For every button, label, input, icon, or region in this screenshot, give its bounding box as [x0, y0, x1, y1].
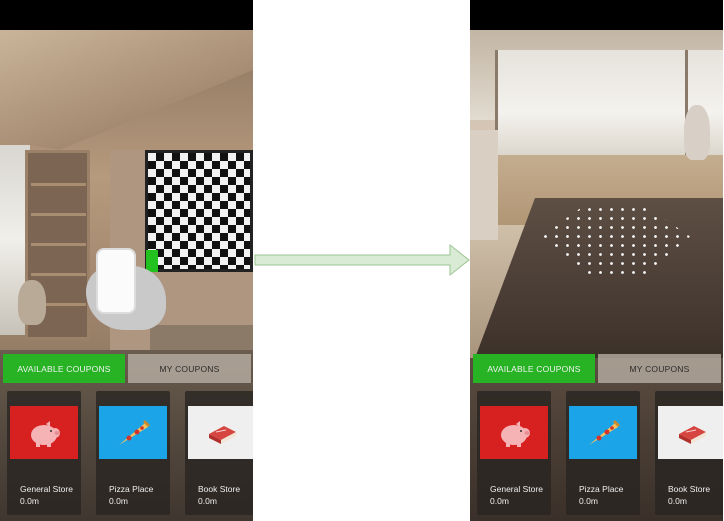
coupon-tab-bar: AVAILABLE COUPONS MY COUPONS	[470, 354, 723, 383]
coupon-card-pizza-place[interactable]: Pizza Place 0.0m	[96, 391, 170, 515]
tab-available-coupons[interactable]: AVAILABLE COUPONS	[3, 354, 125, 383]
coupon-store-name: Pizza Place	[109, 484, 154, 494]
coupon-store-name: Book Store	[198, 484, 241, 494]
phone-screen-before: AVAILABLE COUPONS MY COUPONS General Sto…	[0, 0, 253, 521]
pizza-slice-icon	[569, 406, 637, 459]
cat-figurine	[18, 280, 46, 325]
coupon-tab-bar: AVAILABLE COUPONS MY COUPONS	[0, 354, 253, 383]
coupon-card-book-store[interactable]: Book Store 0.0m	[655, 391, 723, 515]
coupon-distance: 0.0m	[20, 496, 39, 506]
pizza-slice-icon	[99, 406, 167, 459]
coupon-distance: 0.0m	[579, 496, 598, 506]
sofa	[470, 130, 498, 240]
coupon-distance: 0.0m	[198, 496, 217, 506]
coupon-distance: 0.0m	[490, 496, 509, 506]
right-arrow-icon	[254, 243, 470, 277]
piggy-bank-icon	[10, 406, 78, 459]
coupon-card-general-store[interactable]: General Store 0.0m	[477, 391, 551, 515]
tab-available-coupons[interactable]: AVAILABLE COUPONS	[473, 354, 595, 383]
status-bar	[470, 0, 723, 30]
piggy-bank-icon	[480, 406, 548, 459]
coupon-store-name: Book Store	[668, 484, 711, 494]
ceiling	[0, 30, 253, 150]
status-bar	[0, 0, 253, 30]
cat-figurine	[684, 105, 710, 160]
tab-my-coupons[interactable]: MY COUPONS	[598, 354, 721, 383]
coupon-store-name: General Store	[20, 484, 73, 494]
phone-screen-after: AVAILABLE COUPONS MY COUPONS General Sto…	[470, 0, 723, 521]
coupon-store-name: Pizza Place	[579, 484, 624, 494]
coupon-card-pizza-place[interactable]: Pizza Place 0.0m	[566, 391, 640, 515]
hand-holding-phone-icon	[86, 248, 168, 332]
coupon-store-name: General Store	[490, 484, 543, 494]
coupon-distance: 0.0m	[668, 496, 687, 506]
coupon-card-general-store[interactable]: General Store 0.0m	[7, 391, 81, 515]
book-icon	[658, 406, 723, 459]
tab-my-coupons[interactable]: MY COUPONS	[128, 354, 251, 383]
coupon-distance: 0.0m	[109, 496, 128, 506]
coupon-card-book-store[interactable]: Book Store 0.0m	[185, 391, 253, 515]
book-icon	[188, 406, 253, 459]
